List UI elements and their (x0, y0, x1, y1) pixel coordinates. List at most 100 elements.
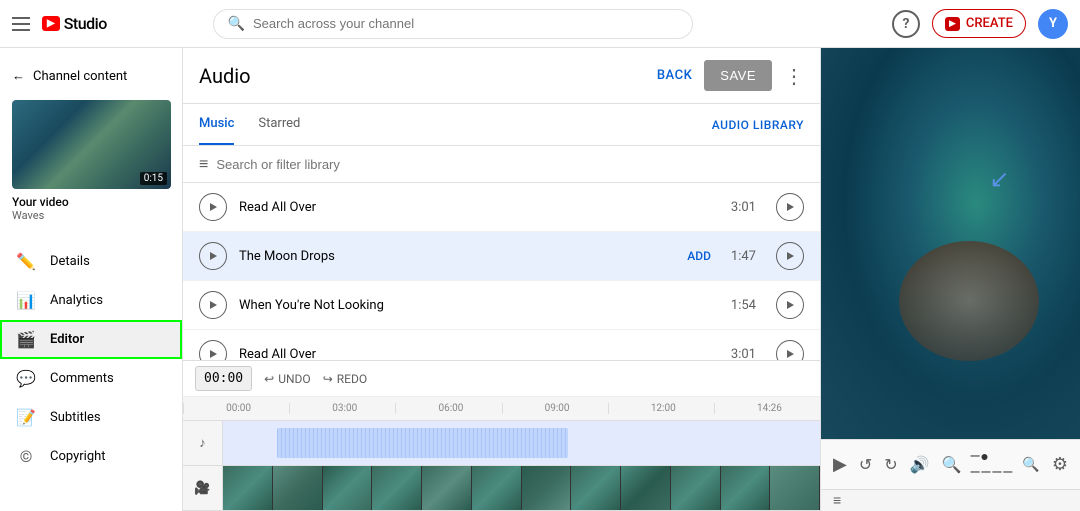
track-play-icon[interactable] (776, 291, 804, 319)
create-button[interactable]: ▶ CREATE (932, 9, 1026, 38)
play-button[interactable] (199, 242, 227, 270)
video-thumbnail: 0:15 (12, 100, 171, 189)
audio-panel: Audio BACK SAVE ⋮ Music Starred AUDIO LI… (183, 48, 1080, 511)
track-play-icon[interactable] (776, 193, 804, 221)
sidebar: ← Channel content 0:15 Your video Waves … (0, 48, 183, 511)
track-item[interactable]: When You're Not Looking 1:54 (183, 281, 820, 330)
sidebar-item-editor[interactable]: 🎬 Editor (0, 320, 182, 359)
redo-button[interactable]: ↪ REDO (323, 372, 367, 386)
play-pause-button[interactable]: ▶ (833, 454, 847, 475)
undo-button[interactable]: ↩ UNDO (264, 372, 311, 386)
ruler-mark: 12:00 (608, 403, 714, 414)
track-name: When You're Not Looking (239, 298, 719, 313)
video-frame (422, 466, 472, 510)
zoom-out-icon[interactable]: 🔍 (942, 455, 962, 474)
back-button[interactable]: BACK (657, 68, 692, 83)
track-duration: 1:47 (731, 249, 756, 264)
sidebar-item-label: Editor (50, 332, 84, 347)
back-button[interactable]: ← Channel content (12, 60, 170, 92)
search-icon: 🔍 (228, 16, 245, 32)
sidebar-item-details[interactable]: ✏️ Details (0, 242, 182, 281)
forward-button[interactable]: ↻ (884, 455, 897, 474)
sidebar-item-analytics[interactable]: 📊 Analytics (0, 281, 182, 320)
sidebar-item-label: Analytics (50, 293, 103, 308)
play-button[interactable] (199, 340, 227, 360)
video-track-strip (223, 466, 820, 510)
track-duration: 3:01 (731, 347, 756, 361)
video-frame (621, 466, 671, 510)
video-subtitle: Waves (12, 209, 170, 222)
save-button[interactable]: SAVE (704, 60, 772, 91)
sidebar-channel: ← Channel content 0:15 Your video Waves (0, 48, 182, 234)
zoom-slider-track: —●———— (970, 448, 1015, 481)
video-frame (671, 466, 721, 510)
audio-track-row (223, 421, 820, 466)
video-frame (472, 466, 522, 510)
track-sidebar: ♪ 🎥 (183, 421, 223, 511)
timeline-controls: 00:00 ↩ UNDO ↪ REDO (183, 361, 820, 397)
play-button[interactable] (199, 193, 227, 221)
track-play-icon[interactable] (776, 242, 804, 270)
audio-title: Audio (199, 64, 251, 88)
more-options-icon[interactable]: ⋮ (784, 64, 804, 88)
timeline-section: 00:00 ↩ UNDO ↪ REDO 00:00 (183, 360, 820, 511)
topnav-left: ▶ Studio (12, 14, 107, 33)
search-bar[interactable]: 🔍 (213, 9, 693, 39)
sidebar-item-comments[interactable]: 💬 Comments (0, 359, 182, 398)
track-name: Read All Over (239, 347, 719, 361)
audio-search-bar: ≡ (183, 146, 820, 183)
video-title: Your video (12, 195, 170, 209)
copyright-icon: © (16, 447, 36, 466)
tab-starred[interactable]: Starred (258, 104, 300, 145)
video-frame (571, 466, 621, 510)
track-timeline (223, 421, 820, 511)
ruler-mark: 03:00 (289, 403, 395, 414)
subtitles-icon: 📝 (16, 408, 36, 427)
video-frame (223, 466, 273, 510)
settings-icon[interactable]: ⚙ (1052, 454, 1068, 475)
sidebar-item-label: Details (50, 254, 90, 269)
comments-icon: 💬 (16, 369, 36, 388)
audio-search-input[interactable] (216, 157, 804, 172)
audio-header-actions: BACK SAVE ⋮ (657, 60, 804, 91)
audio-header-bar: Audio BACK SAVE ⋮ (183, 48, 820, 104)
sidebar-item-label: Subtitles (50, 410, 101, 425)
create-label: CREATE (966, 16, 1013, 31)
track-item[interactable]: The Moon Drops ADD 1:47 (183, 232, 820, 281)
audio-waveform (277, 428, 568, 458)
volume-button[interactable]: 🔊 (910, 455, 930, 474)
preview-controls: ▶ ↺ ↻ 🔊 🔍 —●———— 🔍 ⚙ (821, 439, 1080, 489)
track-play-icon[interactable] (776, 340, 804, 360)
rewind-button[interactable]: ↺ (859, 455, 872, 474)
sidebar-item-copyright[interactable]: © Copyright (0, 437, 182, 476)
sidebar-item-label: Comments (50, 371, 114, 386)
audio-library-link[interactable]: AUDIO LIBRARY (712, 118, 804, 132)
track-item[interactable]: Read All Over 3:01 (183, 183, 820, 232)
tab-music[interactable]: Music (199, 104, 234, 145)
video-track-row (223, 466, 820, 511)
details-icon: ✏️ (16, 252, 36, 271)
help-button[interactable]: ? (892, 10, 920, 38)
track-item[interactable]: Read All Over 3:01 (183, 330, 820, 360)
filter-icon[interactable]: ≡ (199, 154, 208, 174)
audio-track-icon: ♪ (183, 421, 222, 466)
sidebar-item-subtitles[interactable]: 📝 Subtitles (0, 398, 182, 437)
zoom-in-icon[interactable]: 🔍 (1022, 457, 1039, 473)
topnav-right: ? ▶ CREATE Y (892, 9, 1068, 39)
timeline-ruler: 00:00 03:00 06:00 09:00 12:00 14:26 (183, 397, 820, 421)
video-preview: ↙ (821, 48, 1080, 439)
play-button[interactable] (199, 291, 227, 319)
avatar[interactable]: Y (1038, 9, 1068, 39)
ruler-mark: 00:00 (183, 403, 289, 414)
video-frame (372, 466, 422, 510)
track-name: The Moon Drops (239, 249, 675, 264)
thumbnail-time: 0:15 (140, 172, 167, 185)
video-frame (323, 466, 373, 510)
track-duration: 1:54 (731, 298, 756, 313)
add-button[interactable]: ADD (687, 249, 711, 263)
menu-button[interactable] (12, 17, 30, 31)
search-input[interactable] (253, 16, 678, 31)
track-list: Read All Over 3:01 The Moon Drops ADD 1:… (183, 183, 820, 360)
hamburger-menu-icon[interactable]: ≡ (833, 492, 841, 509)
scrubber-bar: ≡ (821, 489, 1080, 511)
